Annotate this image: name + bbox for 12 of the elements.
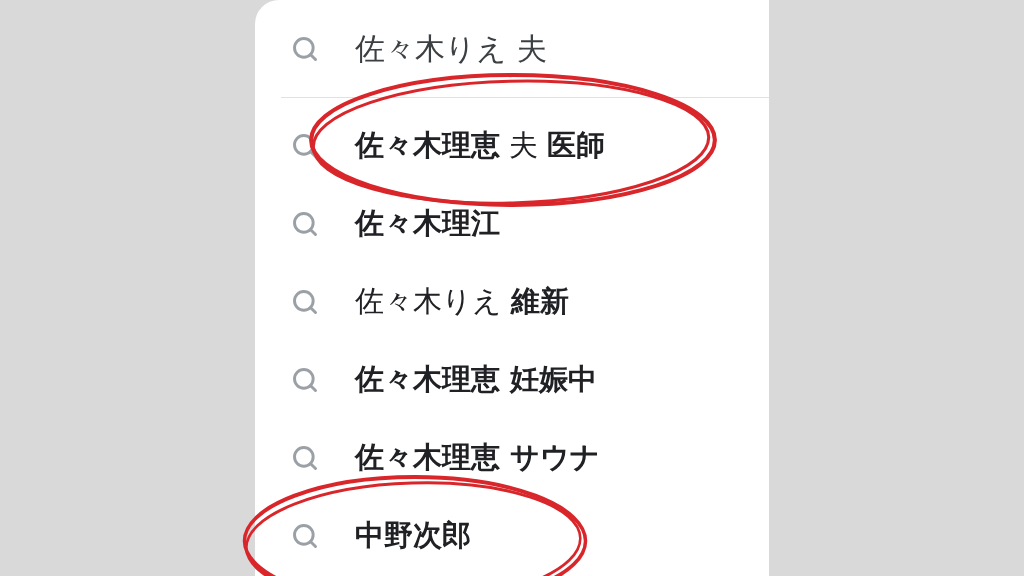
suggestion-item[interactable]: 佐々木理恵 妊娠中 <box>355 358 598 402</box>
suggestion-item[interactable]: 佐々木理江 <box>355 202 500 246</box>
search-icon <box>291 522 319 550</box>
search-icon <box>291 34 319 63</box>
search-icon <box>291 210 319 238</box>
search-icon <box>291 366 319 394</box>
search-icon <box>291 444 319 472</box>
search-field[interactable]: 佐々木りえ 夫 <box>355 26 735 71</box>
suggestion-item[interactable]: 佐々木理恵 サウナ <box>355 436 601 480</box>
suggestion-item[interactable]: 中野次郎 <box>355 514 471 558</box>
search-icon <box>291 288 319 316</box>
suggestion-item[interactable]: 佐々木りえ 維新 <box>355 280 570 324</box>
